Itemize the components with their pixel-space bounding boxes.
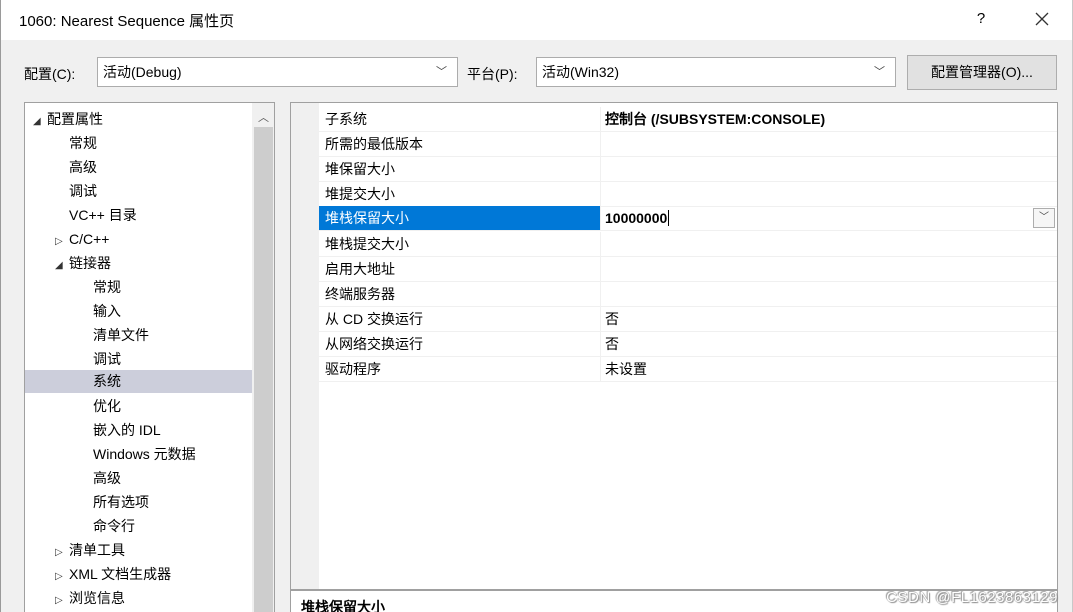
property-name: 所需的最低版本 bbox=[319, 132, 601, 156]
tree-item[interactable]: 常规 bbox=[93, 276, 121, 299]
property-name: 堆栈保留大小 bbox=[319, 206, 601, 230]
property-value[interactable] bbox=[601, 257, 1057, 281]
property-value[interactable] bbox=[601, 182, 1057, 206]
tree-item[interactable]: ▷ C/C++ bbox=[55, 228, 109, 251]
property-name: 终端服务器 bbox=[319, 282, 601, 306]
tree-item[interactable]: 调试 bbox=[69, 180, 97, 203]
platform-combo-value: 活动(Win32) bbox=[542, 64, 620, 80]
property-row[interactable]: 启用大地址 bbox=[319, 257, 1057, 282]
property-name: 从 CD 交换运行 bbox=[319, 307, 601, 331]
platform-combo[interactable]: 活动(Win32) ﹀ bbox=[536, 57, 896, 87]
chevron-down-icon: ﹀ bbox=[436, 66, 447, 78]
tree-item[interactable]: 所有选项 bbox=[93, 491, 149, 514]
watermark: CSDN @FL1623863129 bbox=[886, 589, 1058, 606]
expanded-icon[interactable]: ◢ bbox=[33, 110, 47, 133]
grid-gutter bbox=[291, 103, 319, 589]
tree-item[interactable]: 调试 bbox=[93, 348, 121, 371]
collapsed-icon[interactable]: ▷ bbox=[55, 230, 69, 253]
tree-item[interactable]: 嵌入的 IDL bbox=[93, 419, 161, 442]
property-dropdown-button[interactable]: ﹀ bbox=[1033, 208, 1055, 228]
property-row[interactable]: 从 CD 交换运行 否 bbox=[319, 307, 1057, 332]
property-row[interactable]: 堆提交大小 bbox=[319, 182, 1057, 207]
property-value[interactable]: 未设置 bbox=[601, 357, 1057, 381]
property-name: 从网络交换运行 bbox=[319, 332, 601, 356]
help-button[interactable]: ? bbox=[969, 6, 993, 32]
tree-item[interactable]: 优化 bbox=[93, 395, 121, 418]
tree-item[interactable]: 高级 bbox=[69, 156, 97, 179]
window-title: 1060: Nearest Sequence 属性页 bbox=[19, 13, 235, 30]
property-name: 子系统 bbox=[319, 107, 601, 131]
tree-item[interactable]: 输入 bbox=[93, 300, 121, 323]
property-value[interactable] bbox=[601, 157, 1057, 181]
property-row[interactable]: 终端服务器 bbox=[319, 282, 1057, 307]
chevron-up-icon[interactable]: ︿ bbox=[252, 109, 274, 125]
description-title: 堆栈保留大小 bbox=[301, 599, 385, 612]
tree-item[interactable]: Windows 元数据 bbox=[93, 443, 196, 466]
close-icon bbox=[1035, 12, 1049, 26]
title-bar: 1060: Nearest Sequence 属性页 ? bbox=[1, 0, 1072, 40]
property-name: 启用大地址 bbox=[319, 257, 601, 281]
tree-item[interactable]: ▷ 浏览信息 bbox=[55, 587, 125, 610]
tree-item[interactable]: 高级 bbox=[93, 467, 121, 490]
property-name: 堆提交大小 bbox=[319, 182, 601, 206]
property-value[interactable]: 控制台 (/SUBSYSTEM:CONSOLE) bbox=[601, 107, 1057, 131]
chevron-down-icon: ﹀ bbox=[1039, 212, 1049, 223]
tree-item[interactable]: ▷ 清单工具 bbox=[55, 539, 125, 562]
property-name: 堆保留大小 bbox=[319, 157, 601, 181]
tree-item[interactable]: ◢ 链接器 bbox=[55, 252, 111, 275]
property-pages-dialog: 1060: Nearest Sequence 属性页 ? 配置(C): 活动(D… bbox=[0, 0, 1073, 612]
property-row[interactable]: 子系统 控制台 (/SUBSYSTEM:CONSOLE) bbox=[319, 107, 1057, 132]
tree-item[interactable]: 清单文件 bbox=[93, 324, 149, 347]
tree-item[interactable]: VC++ 目录 bbox=[69, 204, 137, 227]
collapsed-icon[interactable]: ▷ bbox=[55, 541, 69, 564]
property-row-selected[interactable]: 堆栈保留大小 10000000 ﹀ bbox=[319, 206, 1057, 231]
stack-reserve-size-input[interactable]: 10000000 bbox=[601, 206, 1057, 230]
tree-item[interactable]: 常规 bbox=[69, 132, 97, 155]
property-grid: 子系统 控制台 (/SUBSYSTEM:CONSOLE) 所需的最低版本 堆保留… bbox=[290, 102, 1058, 590]
config-label: 配置(C): bbox=[24, 66, 76, 82]
property-row[interactable]: 所需的最低版本 bbox=[319, 132, 1057, 157]
collapsed-icon[interactable]: ▷ bbox=[55, 589, 69, 612]
property-name: 堆栈提交大小 bbox=[319, 232, 601, 256]
expanded-icon[interactable]: ◢ bbox=[55, 254, 69, 277]
tree-item[interactable]: 命令行 bbox=[93, 515, 135, 538]
property-row[interactable]: 从网络交换运行 否 bbox=[319, 332, 1057, 357]
property-value[interactable] bbox=[601, 282, 1057, 306]
property-value[interactable] bbox=[601, 232, 1057, 256]
tree-scrollbar[interactable]: ︿ bbox=[252, 103, 274, 612]
scrollbar-thumb[interactable] bbox=[254, 127, 273, 612]
platform-label: 平台(P): bbox=[467, 66, 518, 82]
property-row[interactable]: 堆栈提交大小 bbox=[319, 232, 1057, 257]
tree-item[interactable]: ◢ 配置属性 bbox=[33, 108, 103, 131]
config-combo[interactable]: 活动(Debug) ﹀ bbox=[97, 57, 458, 87]
property-value[interactable]: 否 bbox=[601, 332, 1057, 356]
close-button[interactable] bbox=[1025, 6, 1059, 32]
property-row[interactable]: 堆保留大小 bbox=[319, 157, 1057, 182]
property-name: 驱动程序 bbox=[319, 357, 601, 381]
collapsed-icon[interactable]: ▷ bbox=[55, 565, 69, 588]
configuration-manager-button[interactable]: 配置管理器(O)... bbox=[907, 55, 1057, 90]
text-caret bbox=[668, 210, 670, 227]
property-tree: ◢ 配置属性 常规 高级 调试 VC++ 目录 ▷ C/C++ ◢ 链接器 常规 输入… bbox=[24, 102, 275, 612]
config-combo-value: 活动(Debug) bbox=[103, 64, 182, 80]
property-value[interactable] bbox=[601, 132, 1057, 156]
chevron-down-icon: ﹀ bbox=[874, 66, 885, 78]
tree-item[interactable]: ▷ XML 文档生成器 bbox=[55, 563, 171, 586]
tree-item-selected[interactable]: 系统 bbox=[25, 370, 252, 393]
property-row[interactable]: 驱动程序 未设置 bbox=[319, 357, 1057, 382]
property-value[interactable]: 否 bbox=[601, 307, 1057, 331]
